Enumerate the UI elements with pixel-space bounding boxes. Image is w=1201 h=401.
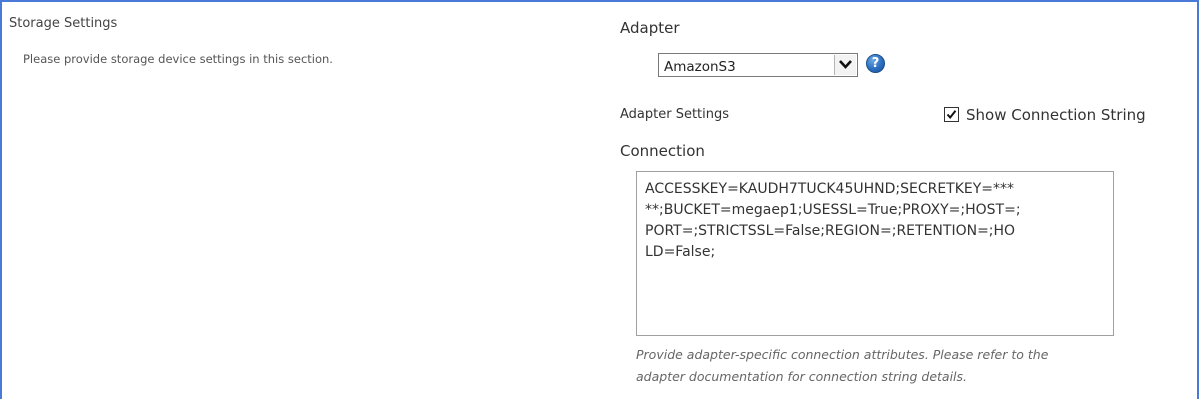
connection-string-line: PORT=;STRICTSSL=False;REGION=;RETENTION=… xyxy=(645,223,1016,239)
section-description: Please provide storage device settings i… xyxy=(23,52,333,66)
show-connection-string-checkbox[interactable] xyxy=(944,107,959,122)
connection-string-line: LD=False; xyxy=(645,244,716,260)
connection-string-line: ACCESSKEY=KAUDH7TUCK45UHND;SECRETKEY=*** xyxy=(645,181,1015,197)
adapter-select[interactable]: AmazonS3 xyxy=(658,53,858,77)
connection-hint: Provide adapter-specific connection attr… xyxy=(636,344,1156,388)
connection-label: Connection xyxy=(620,142,705,160)
adapter-select-dropdown-button[interactable] xyxy=(834,55,856,75)
adapter-select-value: AmazonS3 xyxy=(664,59,736,75)
adapter-settings-label: Adapter Settings xyxy=(620,107,730,122)
question-circle-icon[interactable]: ? xyxy=(866,54,885,73)
show-connection-string-label: Show Connection String xyxy=(966,106,1146,124)
connection-hint-line: Provide adapter-specific connection attr… xyxy=(636,347,1049,362)
checkmark-icon xyxy=(946,110,957,120)
chevron-down-icon xyxy=(839,60,852,69)
section-title: Storage Settings xyxy=(9,16,118,31)
connection-hint-line: adapter documentation for connection str… xyxy=(636,369,968,384)
connection-string-textarea[interactable]: ACCESSKEY=KAUDH7TUCK45UHND;SECRETKEY=***… xyxy=(636,171,1114,336)
connection-string-line: **;BUCKET=megaep1;USESSL=True;PROXY=;HOS… xyxy=(645,202,1021,218)
adapter-label: Adapter xyxy=(620,19,680,37)
